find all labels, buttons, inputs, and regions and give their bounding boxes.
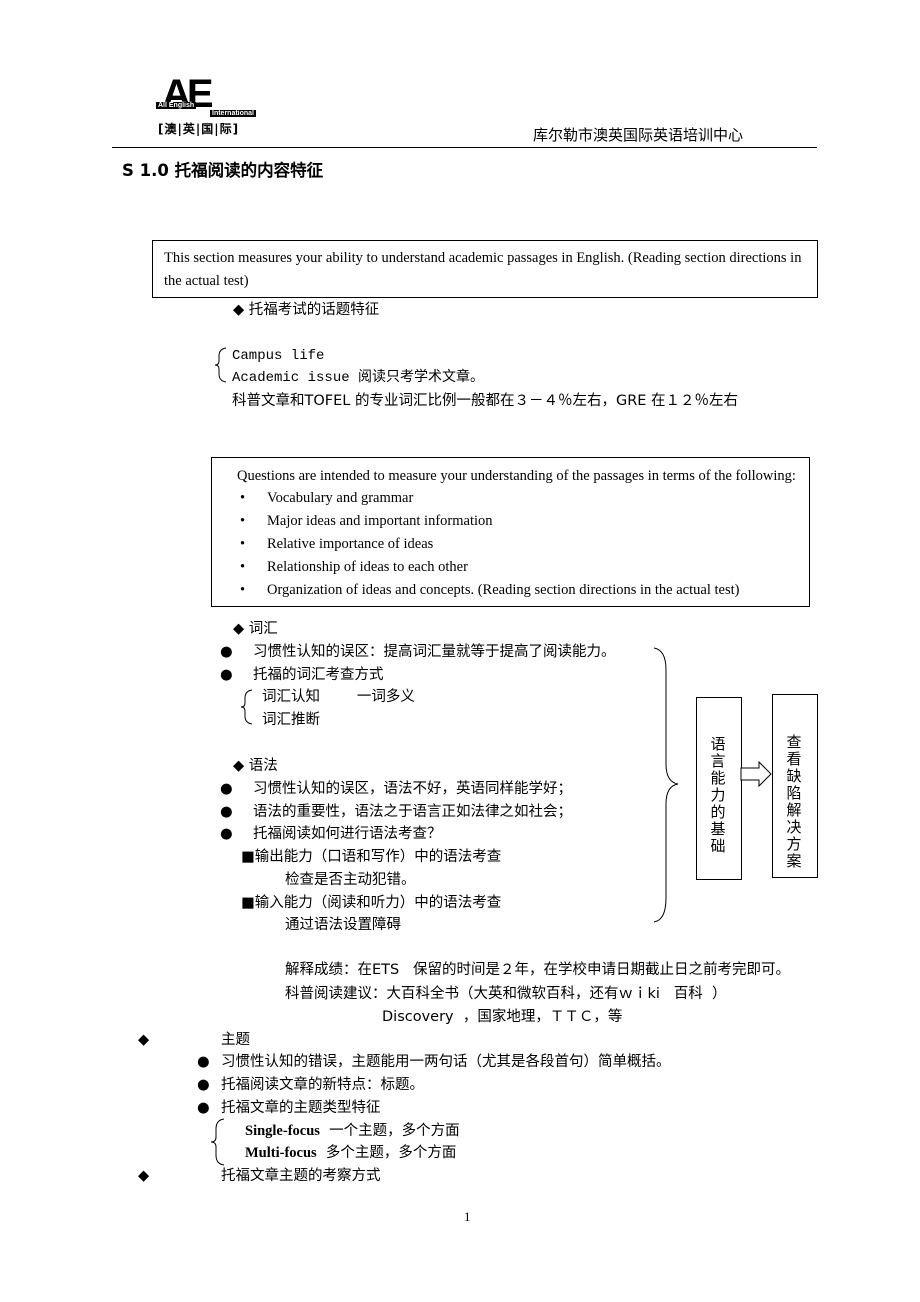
- brace-theme: [210, 1118, 225, 1166]
- bullet-dot: •: [240, 513, 246, 529]
- multi-focus-label: Multi-focus: [245, 1145, 317, 1161]
- vocab-ratio: 科普文章和TOFEL 的专业词汇比例一般都在３－４％左右，GRE 在１２％左右: [232, 393, 739, 409]
- quote-2-intro: Questions are intended to measure your u…: [237, 468, 796, 484]
- brace-topics: [214, 347, 227, 383]
- quote-1-line2: the actual test): [164, 273, 249, 289]
- page-number: 1: [464, 1209, 471, 1224]
- single-focus-label: Single-focus: [245, 1123, 320, 1139]
- bullet-item: Major ideas and important information: [267, 513, 493, 529]
- topic-academic: Academic issue 阅读只考学术文章。: [232, 370, 485, 386]
- grammar-item: 语法的重要性，语法之于语言正如法律之如社会；: [253, 804, 572, 820]
- topic-campus: Campus life: [232, 348, 325, 364]
- diagram-box-solution-label: 查看缺陷解决方案: [786, 733, 802, 870]
- grammar-heading: ◆ 语法: [233, 758, 278, 774]
- theme-item: 托福阅读文章的新特点：标题。: [221, 1077, 424, 1093]
- note-scores: 解释成绩：在ETS 保留的时间是２年，在学校申请日期截止日之前考完即可。: [285, 962, 791, 978]
- theme-heading-2: 托福文章主题的考察方式: [221, 1168, 381, 1184]
- bullet-dot: ●: [220, 644, 233, 660]
- bullet-dot: •: [240, 582, 246, 598]
- grammar-item: 习惯性认知的误区，语法不好，英语同样能学好；: [253, 781, 572, 797]
- theme-item: 习惯性认知的错误，主题能用一两句话（尤其是各段首句）简单概括。: [221, 1054, 671, 1070]
- vocab-sub2: 词汇推断: [262, 712, 320, 728]
- brace-big: [653, 647, 679, 923]
- grammar-output-note: 检查是否主动犯错。: [285, 872, 416, 888]
- grammar-item: 托福阅读如何进行语法考查？: [253, 826, 442, 842]
- bullet-item: Vocabulary and grammar: [267, 490, 414, 506]
- vocab-heading: ◆ 词汇: [233, 621, 278, 637]
- header-divider: [112, 147, 817, 148]
- single-focus: Single-focus 一个主题，多个方面: [245, 1122, 460, 1140]
- grammar-input: ■输入能力（阅读和听力）中的语法考查: [241, 895, 502, 911]
- grammar-input-note: 通过语法设置障碍: [285, 917, 401, 933]
- org-name: 库尔勒市澳英国际英语培训中心: [533, 126, 744, 144]
- multi-focus: Multi-focus 多个主题，多个方面: [245, 1144, 456, 1162]
- bullet-dot: ●: [197, 1077, 210, 1093]
- diagram-box-foundation-label: 语言能力的基础: [710, 735, 726, 855]
- bullet-item: Organization of ideas and concepts. (Rea…: [267, 582, 740, 598]
- bullet-dot: ●: [220, 826, 233, 842]
- brace-vocab: [240, 689, 253, 725]
- bullet-dot: ●: [197, 1054, 210, 1070]
- logo: AE All English International [澳|英|国|际]: [152, 72, 274, 140]
- note-reading2: Discovery ，国家地理，ＴＴＣ，等: [382, 1009, 623, 1025]
- theme-item: 托福文章的主题类型特征: [221, 1100, 381, 1116]
- page-title: S 1.0 托福阅读的内容特征: [122, 161, 324, 180]
- bullet-dot: ●: [220, 667, 233, 683]
- bullet-item: Relative importance of ideas: [267, 536, 434, 552]
- quote-1-line1: This section measures your ability to un…: [164, 250, 802, 266]
- bullet-dot: ●: [220, 804, 233, 820]
- vocab-item: 托福的词汇考查方式: [253, 667, 384, 683]
- bullet-dot: •: [240, 490, 246, 506]
- theme-heading: 主题: [221, 1032, 250, 1048]
- logo-sub2: International: [210, 110, 257, 117]
- logo-cn: [澳|英|国|际]: [158, 122, 240, 136]
- multi-focus-text: 多个主题，多个方面: [316, 1145, 457, 1161]
- bullet-dot: •: [240, 559, 246, 575]
- vocab-sub1: 词汇认知 一词多义: [262, 689, 415, 705]
- single-focus-text: 一个主题，多个方面: [319, 1123, 460, 1139]
- logo-mark: AE: [162, 72, 214, 116]
- bullet-dot: ●: [220, 781, 233, 797]
- note-reading: 科普阅读建议：大百科全书（大英和微软百科，还有ｗｉki 百科 ）: [285, 986, 727, 1002]
- bullet-item: Relationship of ideas to each other: [267, 559, 468, 575]
- grammar-output: ■输出能力（口语和写作）中的语法考查: [241, 849, 502, 865]
- vocab-item: 习惯性认知的误区：提高词汇量就等于提高了阅读能力。: [253, 644, 616, 660]
- diamond-icon: ◆: [138, 1032, 150, 1048]
- topic-heading: ◆ 托福考试的话题特征: [233, 302, 380, 318]
- bullet-dot: ●: [197, 1100, 210, 1116]
- diamond-icon: ◆: [138, 1168, 150, 1184]
- arrow-right-icon: [740, 761, 772, 787]
- logo-sub1: All English: [156, 102, 197, 109]
- bullet-dot: •: [240, 536, 246, 552]
